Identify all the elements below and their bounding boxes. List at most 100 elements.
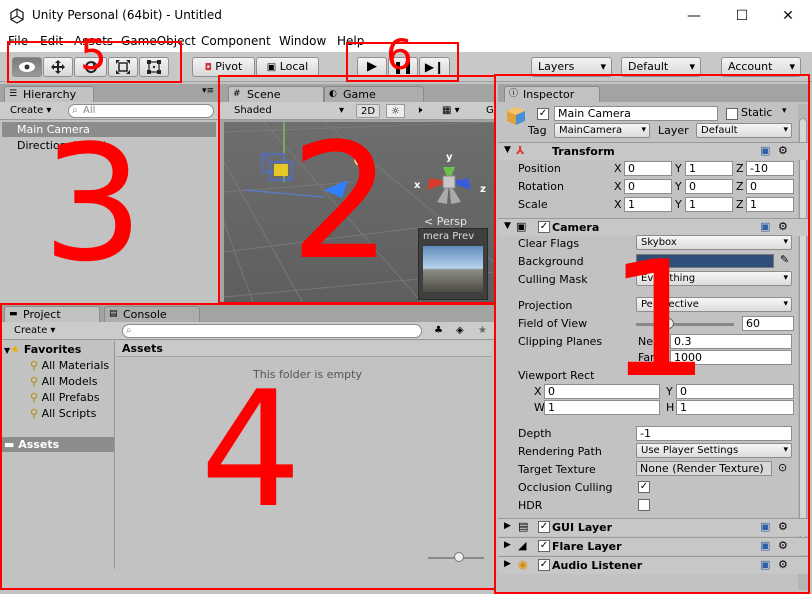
scale-x-field[interactable]: 1 [624, 197, 672, 212]
scene-viewport[interactable]: y x z < Persp mera Prev [224, 122, 494, 305]
menu-help[interactable]: Help [337, 34, 364, 48]
help-icon[interactable]: ▣ [760, 558, 770, 571]
create-dropdown[interactable]: Create ▾ [10, 324, 59, 338]
component-enabled-checkbox[interactable]: ✓ [538, 559, 550, 571]
rotation-x-field[interactable]: 0 [624, 179, 672, 194]
2d-toggle-button[interactable]: 2D [356, 104, 381, 118]
component-enabled-checkbox[interactable]: ✓ [538, 540, 550, 552]
gui-layer-header[interactable]: ▶ ▤ ✓ GUI Layer ▣ ⚙ [498, 518, 810, 536]
active-checkbox[interactable]: ✓ [537, 108, 549, 120]
target-texture-field[interactable]: None (Render Texture) [636, 461, 772, 476]
menu-gameobject[interactable]: GameObject [121, 34, 196, 48]
viewport-x-input[interactable]: 0 [544, 384, 660, 399]
layers-dropdown[interactable]: Layers ▾ [531, 57, 612, 77]
viewport-h-input[interactable]: 1 [676, 400, 794, 415]
step-button[interactable]: ▶❙ [419, 57, 450, 77]
transform-header[interactable]: ▼ ⅄ Transform ▣ ⚙ [498, 142, 810, 160]
list-item[interactable]: ⚲ All Materials [30, 359, 109, 372]
camera-enabled-checkbox[interactable]: ✓ [538, 221, 550, 233]
hierarchy-search-input[interactable]: ⌕ All [68, 104, 214, 118]
occlusion-culling-checkbox[interactable]: ✓ [638, 481, 650, 493]
rotation-z-field[interactable]: 0 [746, 179, 794, 194]
camera-header[interactable]: ▼ ▣ ✓ Camera ▣ ⚙ [498, 218, 810, 236]
play-button[interactable]: ▶ [357, 57, 387, 77]
hdr-checkbox[interactable] [638, 499, 650, 511]
menu-assets[interactable]: Assets [74, 34, 113, 48]
near-input[interactable]: 0.3 [670, 334, 792, 349]
audio-toggle-button[interactable]: 🕨 [412, 104, 426, 118]
viewport-w-input[interactable]: 1 [544, 400, 660, 415]
help-icon[interactable]: ▣ [760, 220, 770, 233]
object-picker-icon[interactable]: ⊙ [778, 461, 787, 474]
tag-dropdown[interactable]: MainCamera [554, 123, 650, 138]
assets-node[interactable]: ▬ Assets [0, 437, 114, 452]
fov-slider[interactable] [636, 323, 734, 326]
list-item[interactable]: Directional Light [2, 138, 216, 153]
chevron-down-icon[interactable]: ▾ [782, 106, 787, 116]
position-z-field[interactable]: -10 [746, 161, 794, 176]
menu-window[interactable]: Window [279, 34, 326, 48]
menu-edit[interactable]: Edit [40, 34, 63, 48]
far-input[interactable]: 1000 [670, 350, 792, 365]
layout-dropdown[interactable]: Default ▾ [621, 57, 701, 77]
account-dropdown[interactable]: Account ▾ [721, 57, 801, 77]
clear-flags-dropdown[interactable]: Skybox [636, 235, 792, 250]
viewport-y-input[interactable]: 0 [676, 384, 794, 399]
pivot-toggle-button[interactable]: ◘ Pivot [192, 57, 255, 77]
minimize-button[interactable]: — [684, 6, 704, 26]
tab-inspector[interactable]: ⓘ Inspector [504, 86, 600, 102]
tab-game[interactable]: ◐ Game [324, 86, 424, 102]
list-item-selected[interactable]: Main Camera [2, 122, 216, 137]
effects-dropdown[interactable]: ▦ ▾ [438, 104, 464, 118]
static-checkbox[interactable] [726, 108, 738, 120]
favorites-button[interactable]: ★ [474, 324, 491, 338]
tab-console[interactable]: ▤ Console [104, 306, 200, 322]
eyedropper-icon[interactable]: ✎ [780, 253, 789, 266]
gear-icon[interactable]: ⚙ [778, 539, 788, 552]
maximize-button[interactable]: ☐ [732, 6, 752, 26]
gear-icon[interactable]: ⚙ [778, 558, 788, 571]
lighting-toggle-button[interactable]: ☼ [386, 104, 405, 118]
rendering-path-dropdown[interactable]: Use Player Settings [636, 443, 792, 458]
rect-tool-button[interactable] [139, 57, 169, 77]
filter-label-button[interactable]: ◈ [452, 324, 468, 338]
list-item[interactable]: ⚲ All Scripts [30, 407, 96, 420]
fov-slider-thumb[interactable] [663, 318, 674, 329]
scale-y-field[interactable]: 1 [685, 197, 733, 212]
position-y-field[interactable]: 1 [685, 161, 733, 176]
fov-input[interactable]: 60 [742, 316, 794, 331]
rotate-tool-button[interactable] [74, 57, 107, 77]
culling-mask-dropdown[interactable]: Everything [636, 271, 792, 286]
tab-hierarchy[interactable]: ☰ Hierarchy [4, 86, 94, 102]
object-name-input[interactable]: Main Camera [554, 106, 718, 121]
depth-input[interactable]: -1 [636, 426, 792, 441]
panel-menu-icon[interactable]: ▾≡ [202, 86, 214, 96]
project-search-input[interactable]: ⌕ [122, 324, 422, 338]
local-toggle-button[interactable]: ▣ Local [256, 57, 319, 77]
tab-project[interactable]: ▬ Project [4, 306, 100, 322]
help-icon[interactable]: ▣ [760, 539, 770, 552]
favorites-node[interactable]: ▼★ Favorites [4, 343, 81, 356]
gear-icon[interactable]: ⚙ [778, 220, 788, 233]
scrollbar-thumb[interactable] [799, 118, 807, 538]
layer-dropdown[interactable]: Default [696, 123, 792, 138]
filter-type-button[interactable]: ♣ [430, 324, 447, 338]
zoom-slider-thumb[interactable] [454, 552, 464, 562]
rotation-y-field[interactable]: 0 [685, 179, 733, 194]
audio-listener-header[interactable]: ▶ ◉ ✓ Audio Listener ▣ ⚙ [498, 556, 810, 574]
menu-component[interactable]: Component [201, 34, 271, 48]
help-icon[interactable]: ▣ [760, 520, 770, 533]
assets-content[interactable]: This folder is empty [116, 358, 492, 569]
component-enabled-checkbox[interactable]: ✓ [538, 521, 550, 533]
scale-tool-button[interactable] [108, 57, 138, 77]
list-item[interactable]: ⚲ All Prefabs [30, 391, 100, 404]
gear-icon[interactable]: ⚙ [778, 144, 788, 157]
move-tool-button[interactable] [43, 57, 73, 77]
help-icon[interactable]: ▣ [760, 144, 770, 157]
gear-icon[interactable]: ⚙ [778, 520, 788, 533]
shading-mode-dropdown[interactable]: Shaded ▾ [230, 104, 348, 118]
background-color-swatch[interactable] [636, 254, 774, 268]
list-item[interactable]: ⚲ All Models [30, 375, 97, 388]
scale-z-field[interactable]: 1 [746, 197, 794, 212]
pause-button[interactable]: ❚❚ [388, 57, 418, 77]
